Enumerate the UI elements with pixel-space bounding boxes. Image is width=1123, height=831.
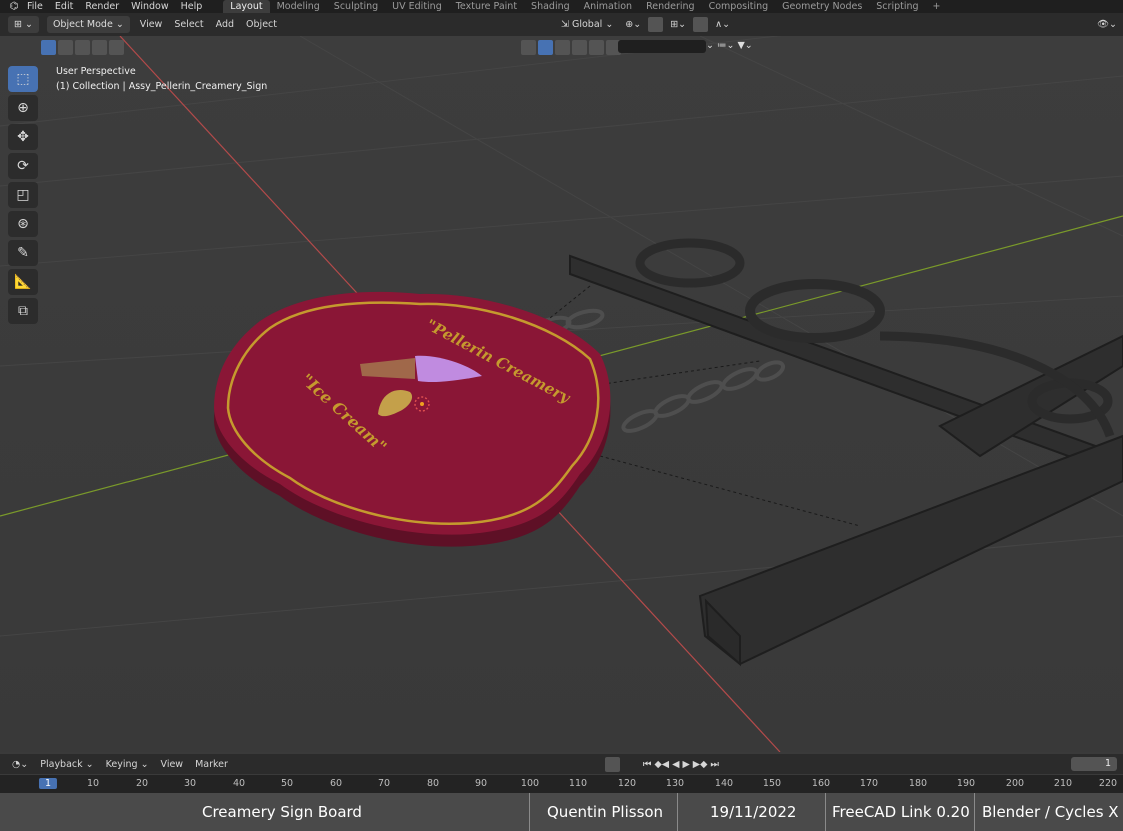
frame-tick: 30 [183,778,197,789]
timeline-ruler[interactable]: 1 10 20 30 40 50 60 70 80 90 100 110 120… [0,775,1123,793]
record-icon[interactable] [604,756,620,772]
pivot-point-icon[interactable]: ⊕⌄ [619,19,647,30]
playback-label: Playback [40,758,83,770]
viewport-overlay-text: User Perspective (1) Collection | Assy_P… [56,65,267,94]
viewport-header: ⊞ ⌄ Object Mode ⌄ View Select Add Object… [0,13,1123,36]
editor-type-button[interactable]: ⊞ ⌄ [8,16,39,33]
menu-window[interactable]: Window [126,1,175,12]
menu-select[interactable]: Select [168,19,209,30]
measure-tool-icon[interactable]: 📐 [8,269,38,295]
frame-tick: 170 [859,778,879,789]
frame-tick: 130 [665,778,685,789]
scale-tool-icon[interactable]: ◰ [8,182,38,208]
add-workspace-button[interactable]: + [926,0,948,13]
tab-modeling[interactable]: Modeling [270,0,327,13]
transform-orientation-dropdown[interactable]: ⇲ Global ⌄ [555,19,619,30]
timeline-editor-icon[interactable]: ◔⌄ [6,759,34,770]
chain-lower [621,360,786,433]
menu-render[interactable]: Render [80,1,126,12]
object-mode-label: Object Mode [52,19,113,30]
frame-tick: 210 [1053,778,1073,789]
tab-sculpting[interactable]: Sculpting [327,0,385,13]
frame-tick: 190 [956,778,976,789]
frame-tick: 220 [1098,778,1118,789]
timeline-header: ◔⌄ Playback ⌄ Keying ⌄ View Marker ⏮ ◆◀ … [0,754,1123,774]
frame-tick: 140 [714,778,734,789]
credits-date: 19/11/2022 [710,803,797,821]
orientation-label: Global [571,19,603,30]
snap-toggle-icon[interactable] [648,17,664,32]
select-box-tool-icon[interactable]: ⬚ [8,66,38,92]
object-mode-dropdown[interactable]: Object Mode ⌄ [46,16,130,33]
3d-viewport[interactable]: "Pellerin Creamery "Ice Cream" User Pers… [0,36,1123,752]
collection-label: (1) Collection | Assy_Pellerin_Creamery_… [56,80,268,92]
frame-tick: 150 [762,778,782,789]
shading-mode-icons[interactable] [520,40,622,58]
frame-tick: 180 [908,778,928,789]
credits-banner: Creamery Sign Board Quentin Plisson 19/1… [0,793,1123,831]
menu-object[interactable]: Object [240,19,283,30]
frame-tick: 200 [1005,778,1025,789]
filter-icon[interactable]: ⌄ ≔⌄ ▼⌄ [706,40,753,51]
search-input[interactable] [618,40,706,53]
add-cube-tool-icon[interactable]: ⧉ [8,298,38,324]
frame-tick: 100 [520,778,540,789]
frame-tick: 110 [568,778,588,789]
cursor-tool-icon[interactable]: ⊕ [8,95,38,121]
scene-render: "Pellerin Creamery "Ice Cream" [0,36,1123,752]
frame-tick: 70 [377,778,391,789]
menu-help[interactable]: Help [176,1,210,12]
viewport-subheader: ⌄ ≔⌄ ▼⌄ [0,38,1123,56]
keying-label: Keying [105,758,138,770]
frame-tick: 1 [38,778,58,789]
proportional-edit-icon[interactable] [693,17,709,32]
menu-file[interactable]: File [22,1,50,12]
visibility-icon[interactable]: 👁⌄ [1091,19,1123,30]
tab-scripting[interactable]: Scripting [869,0,925,13]
iron-bracket [569,238,1123,667]
tab-layout[interactable]: Layout [223,0,270,13]
frame-tick: 80 [426,778,440,789]
selection-mode-icons[interactable] [40,40,125,58]
current-frame-field[interactable]: 1 [1071,757,1117,771]
frame-tick: 10 [86,778,100,789]
frame-tick: 120 [617,778,637,789]
marker-menu[interactable]: Marker [189,759,234,770]
frame-tick: 40 [232,778,246,789]
menu-edit[interactable]: Edit [50,1,80,12]
tab-geometry-nodes[interactable]: Geometry Nodes [775,0,869,13]
top-menu-bar: ⌬ File Edit Render Window Help Layout Mo… [0,0,1123,13]
rotate-tool-icon[interactable]: ⟳ [8,153,38,179]
perspective-label: User Perspective [56,66,136,77]
frame-tick: 60 [329,778,343,789]
move-tool-icon[interactable]: ✥ [8,124,38,150]
toolbar: ⬚ ⊕ ✥ ⟳ ◰ ⊛ ✎ 📐 ⧉ [8,66,40,327]
frame-tick: 90 [474,778,488,789]
tab-shading[interactable]: Shading [524,0,577,13]
tab-compositing[interactable]: Compositing [702,0,776,13]
credits-author: Quentin Plisson [547,803,664,821]
credits-renderer: Blender / Cycles X [982,803,1119,821]
frame-tick: 50 [280,778,294,789]
tab-texture-paint[interactable]: Texture Paint [449,0,524,13]
tab-animation[interactable]: Animation [577,0,639,13]
keying-menu[interactable]: Keying ⌄ [100,759,155,770]
frame-tick: 160 [811,778,831,789]
menu-view[interactable]: View [134,19,169,30]
transform-tool-icon[interactable]: ⊛ [8,211,38,237]
frame-tick: 20 [135,778,149,789]
timeline-view-menu[interactable]: View [155,759,190,770]
snap-target-icon[interactable]: ⊞⌄ [664,19,692,30]
sign-board: "Pellerin Creamery "Ice Cream" [214,291,611,547]
blender-logo-icon[interactable]: ⌬ [6,1,22,12]
annotate-tool-icon[interactable]: ✎ [8,240,38,266]
menu-add[interactable]: Add [210,19,240,30]
tab-rendering[interactable]: Rendering [639,0,702,13]
credits-tool: FreeCAD Link 0.20 [832,803,970,821]
playback-menu[interactable]: Playback ⌄ [34,759,99,770]
credits-title: Creamery Sign Board [202,803,362,821]
tab-uv-editing[interactable]: UV Editing [385,0,449,13]
falloff-icon[interactable]: ∧⌄ [709,19,736,30]
playback-controls-icon[interactable]: ⏮ ◆◀ ◀ ▶ ▶◆ ⏭ [637,759,725,770]
